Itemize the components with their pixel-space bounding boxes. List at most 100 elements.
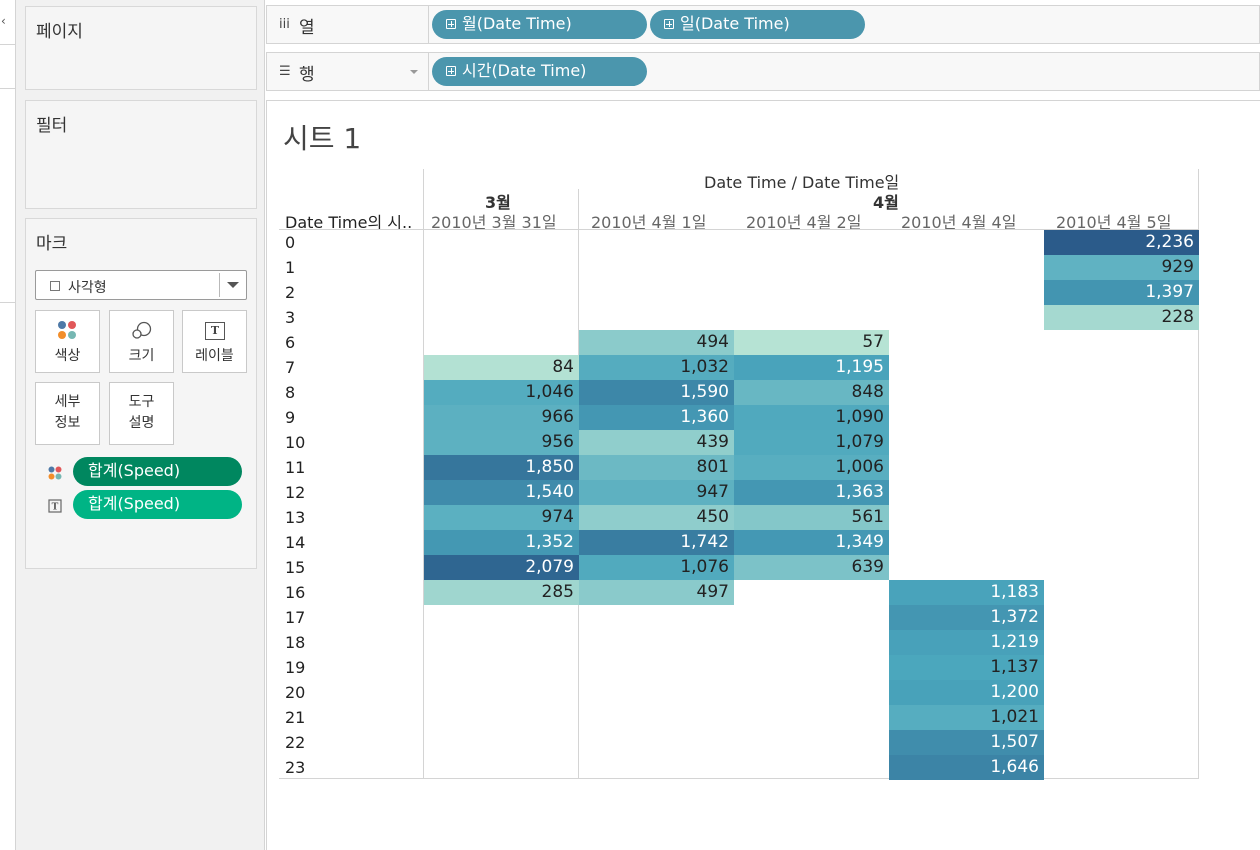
- row-label: 15: [285, 558, 306, 577]
- collapsed-side-strip: ‹: [0, 0, 16, 850]
- detail-button[interactable]: 세부 정보: [35, 382, 100, 445]
- heatmap-cell[interactable]: 450: [579, 505, 734, 530]
- heatmap-cell[interactable]: 57: [734, 330, 889, 355]
- heatmap-cell[interactable]: 1,183: [889, 580, 1044, 605]
- heatmap-cell[interactable]: 801: [579, 455, 734, 480]
- heatmap-cell[interactable]: 1,090: [734, 405, 889, 430]
- heatmap-cell[interactable]: 947: [579, 480, 734, 505]
- heatmap-cell[interactable]: 228: [1044, 305, 1199, 330]
- label-button[interactable]: T 레이블: [182, 310, 247, 373]
- dropdown-separator: [219, 273, 220, 297]
- pages-card[interactable]: 페이지: [25, 6, 257, 90]
- row-label: 6: [285, 333, 296, 352]
- rows-label: 행: [299, 65, 315, 85]
- heatmap-cell[interactable]: 439: [579, 430, 734, 455]
- heatmap-cell[interactable]: 1,021: [889, 705, 1044, 730]
- row-label: 20: [285, 683, 306, 702]
- table-bottom-line: [279, 778, 1199, 779]
- detail-button-label: 세부 정보: [54, 394, 81, 431]
- heatmap-cell[interactable]: 561: [734, 505, 889, 530]
- heatmap-cell[interactable]: 1,850: [424, 455, 579, 480]
- filters-title: 필터: [36, 116, 68, 136]
- expand-plus-icon[interactable]: [446, 19, 456, 29]
- heatmap-cell[interactable]: 848: [734, 380, 889, 405]
- mark-type-value: 사각형: [68, 280, 107, 296]
- heatmap-cell[interactable]: 1,137: [889, 655, 1044, 680]
- marks-title: 마크: [36, 234, 68, 254]
- heatmap-cell[interactable]: 974: [424, 505, 579, 530]
- heatmap-cell[interactable]: 1,200: [889, 680, 1044, 705]
- row-label: 13: [285, 508, 306, 527]
- heatmap-cell[interactable]: 1,646: [889, 755, 1044, 780]
- heatmap-cell[interactable]: 966: [424, 405, 579, 430]
- tooltip-button[interactable]: 도구 설명: [109, 382, 174, 445]
- expand-plus-icon[interactable]: [664, 19, 674, 29]
- row-label: 2: [285, 283, 296, 302]
- color-dots-icon: [48, 465, 62, 480]
- collapse-arrow-icon[interactable]: ‹: [1, 14, 6, 28]
- row-label: 9: [285, 408, 296, 427]
- row-label: 1: [285, 258, 296, 277]
- heatmap-cell[interactable]: 1,363: [734, 480, 889, 505]
- square-icon: [50, 281, 60, 291]
- row-label: 7: [285, 358, 296, 377]
- heatmap-cell[interactable]: 956: [424, 430, 579, 455]
- heatmap-cell[interactable]: 1,372: [889, 605, 1044, 630]
- label-measure-pill[interactable]: 합계(Speed): [73, 490, 242, 519]
- day-field-pill[interactable]: 일(Date Time): [650, 10, 865, 39]
- heatmap-cell[interactable]: 929: [1044, 255, 1199, 280]
- heatmap-cell[interactable]: 1,219: [889, 630, 1044, 655]
- side-panel: 페이지 필터 마크 사각형 색상 크기 T 레이블 세부 정보 도구 설명 합계…: [16, 0, 265, 850]
- heatmap-cell[interactable]: 1,540: [424, 480, 579, 505]
- color-button[interactable]: 색상: [35, 310, 100, 373]
- row-label: 19: [285, 658, 306, 677]
- label-button-label: 레이블: [195, 348, 234, 364]
- heatmap-cell[interactable]: 1,742: [579, 530, 734, 555]
- svg-text:T: T: [52, 503, 59, 513]
- month-field-label: 월(Date Time): [462, 14, 572, 33]
- row-label: 17: [285, 608, 306, 627]
- chevron-down-icon[interactable]: [410, 70, 418, 74]
- row-label: 10: [285, 433, 306, 452]
- columns-shelf: iii 열 월(Date Time) 일(Date Time): [266, 5, 1260, 44]
- heatmap-cell[interactable]: 497: [579, 580, 734, 605]
- heatmap-cell[interactable]: 2,236: [1044, 230, 1199, 255]
- heatmap-cell[interactable]: 1,079: [734, 430, 889, 455]
- heatmap-cell[interactable]: 1,046: [424, 380, 579, 405]
- month-field-pill[interactable]: 월(Date Time): [432, 10, 647, 39]
- color-measure-pill[interactable]: 합계(Speed): [73, 457, 242, 486]
- heatmap-cell[interactable]: 1,397: [1044, 280, 1199, 305]
- filters-card[interactable]: 필터: [25, 100, 257, 209]
- heatmap-cell[interactable]: 84: [424, 355, 579, 380]
- heatmap-cell[interactable]: 1,590: [579, 380, 734, 405]
- row-label: 14: [285, 533, 306, 552]
- heatmap-cell[interactable]: 1,352: [424, 530, 579, 555]
- strip-divider: [0, 302, 15, 303]
- mark-type-dropdown[interactable]: 사각형: [35, 270, 247, 300]
- columns-label: 열: [299, 18, 315, 38]
- row-label: 3: [285, 308, 296, 327]
- rows-icon: ☰: [279, 64, 291, 79]
- column-header-title: Date Time / Date Time일: [704, 173, 900, 192]
- heatmap-cell[interactable]: 1,006: [734, 455, 889, 480]
- heatmap-cell[interactable]: 639: [734, 555, 889, 580]
- heatmap-cell[interactable]: 1,076: [579, 555, 734, 580]
- size-button[interactable]: 크기: [109, 310, 174, 373]
- month-header-april: 4월: [873, 193, 899, 212]
- rows-shelf: ☰ 행 시간(Date Time): [266, 52, 1260, 91]
- marks-card: 마크 사각형 색상 크기 T 레이블 세부 정보 도구 설명 합계(Speed)…: [25, 218, 257, 569]
- heatmap-cell[interactable]: 1,195: [734, 355, 889, 380]
- heatmap-cell[interactable]: 1,507: [889, 730, 1044, 755]
- heatmap-cell[interactable]: 494: [579, 330, 734, 355]
- row-label: 23: [285, 758, 306, 777]
- chevron-down-icon: [227, 282, 239, 288]
- heatmap-cell[interactable]: 1,349: [734, 530, 889, 555]
- heatmap-cell[interactable]: 2,079: [424, 555, 579, 580]
- color-button-label: 색상: [54, 348, 81, 364]
- strip-divider: [0, 88, 15, 89]
- heatmap-cell[interactable]: 1,032: [579, 355, 734, 380]
- heatmap-cell[interactable]: 285: [424, 580, 579, 605]
- expand-plus-icon[interactable]: [446, 66, 456, 76]
- hour-field-pill[interactable]: 시간(Date Time): [432, 57, 647, 86]
- heatmap-cell[interactable]: 1,360: [579, 405, 734, 430]
